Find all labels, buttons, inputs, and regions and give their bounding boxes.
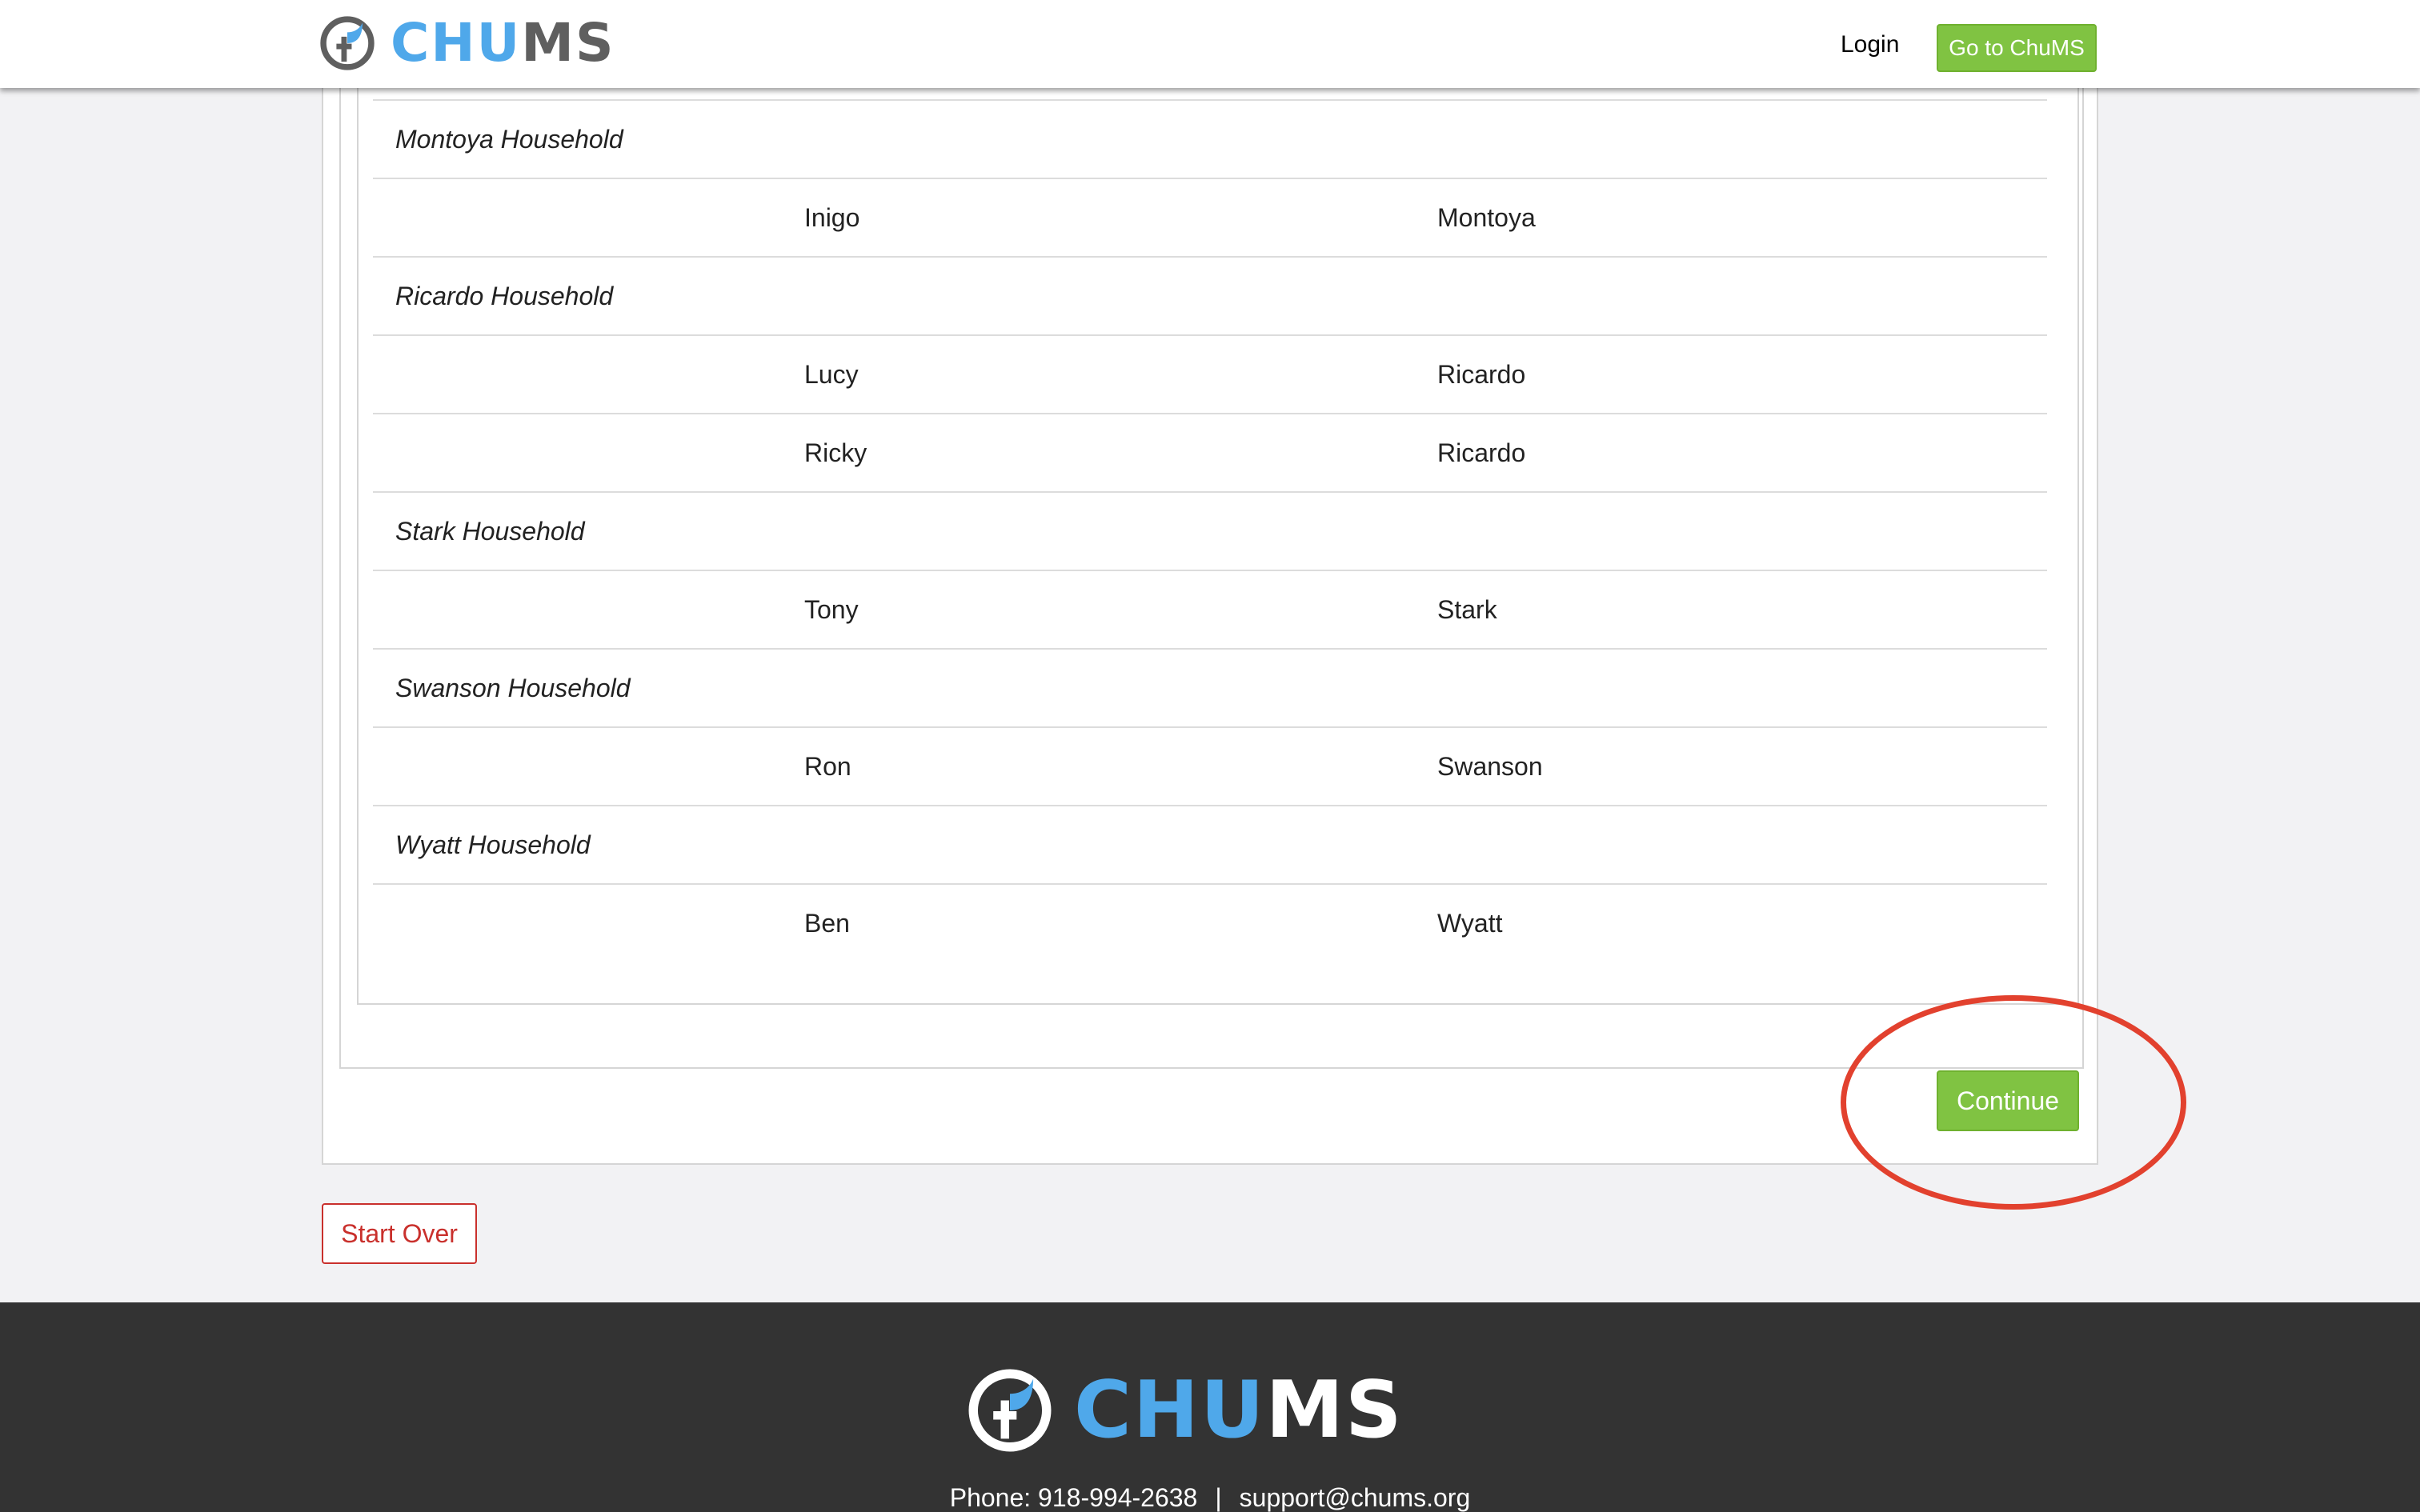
go-to-chums-button[interactable]: Go to ChuMS: [1937, 24, 2097, 72]
brand-part-ms: MS: [521, 12, 615, 74]
login-link[interactable]: Login: [1841, 29, 1899, 61]
member-first-name: Ben: [804, 909, 850, 938]
member-first-name: Ricky: [804, 438, 867, 467]
chums-logo[interactable]: CHUMS: [320, 14, 615, 72]
household-name: Montoya Household: [395, 125, 623, 154]
footer-chums-logo: CHUMS: [968, 1366, 1404, 1454]
household-row: Wyatt Household: [373, 805, 2047, 883]
household-row: Ricardo Household: [373, 256, 2047, 334]
chums-logo-icon: [968, 1369, 1052, 1452]
household-row: Stark Household: [373, 491, 2047, 570]
member-row: Ben Wyatt: [373, 883, 2047, 962]
household-name: Stark Household: [395, 517, 585, 546]
household-name: Swanson Household: [395, 674, 631, 702]
household-name: Wyatt Household: [395, 830, 591, 859]
member-last-name: Wyatt: [1437, 909, 1503, 938]
brand-part-chu: CHU: [1074, 1365, 1266, 1456]
footer-phone: Phone: 918-994-2638: [949, 1483, 1198, 1512]
member-first-name: Inigo: [804, 203, 860, 232]
member-row: Ricky Ricardo: [373, 413, 2047, 491]
brand-part-ms: MS: [1265, 1365, 1404, 1456]
start-over-button[interactable]: Start Over: [322, 1203, 477, 1264]
household-row: Swanson Household: [373, 648, 2047, 726]
member-last-name: Montoya: [1437, 203, 1536, 232]
member-row: Lucy Ricardo: [373, 334, 2047, 413]
continue-button[interactable]: Continue: [1937, 1070, 2079, 1131]
member-last-name: Swanson: [1437, 752, 1543, 781]
member-first-name: Ron: [804, 752, 851, 781]
household-list: Montoya Household Inigo Montoya Ricardo …: [373, 99, 2047, 962]
member-last-name: Ricardo: [1437, 438, 1526, 467]
footer-separator: |: [1215, 1483, 1222, 1512]
household-name: Ricardo Household: [395, 282, 614, 310]
member-last-name: Stark: [1437, 595, 1497, 624]
member-row: Tony Stark: [373, 570, 2047, 648]
member-first-name: Tony: [804, 595, 859, 624]
brand-part-chu: CHU: [391, 12, 522, 74]
chums-logo-icon: [320, 16, 375, 70]
member-row: Inigo Montoya: [373, 178, 2047, 256]
footer-contact: Phone: 918-994-2638 | support@chums.org: [0, 1482, 2420, 1512]
footer-email-link[interactable]: support@chums.org: [1240, 1483, 1471, 1512]
member-first-name: Lucy: [804, 360, 859, 389]
top-navbar: CHUMS Login Go to ChuMS: [0, 0, 2420, 88]
household-row: Montoya Household: [373, 99, 2047, 178]
member-row: Ron Swanson: [373, 726, 2047, 805]
member-last-name: Ricardo: [1437, 360, 1526, 389]
page-footer: CHUMS Phone: 918-994-2638 | support@chums.…: [0, 1302, 2420, 1512]
